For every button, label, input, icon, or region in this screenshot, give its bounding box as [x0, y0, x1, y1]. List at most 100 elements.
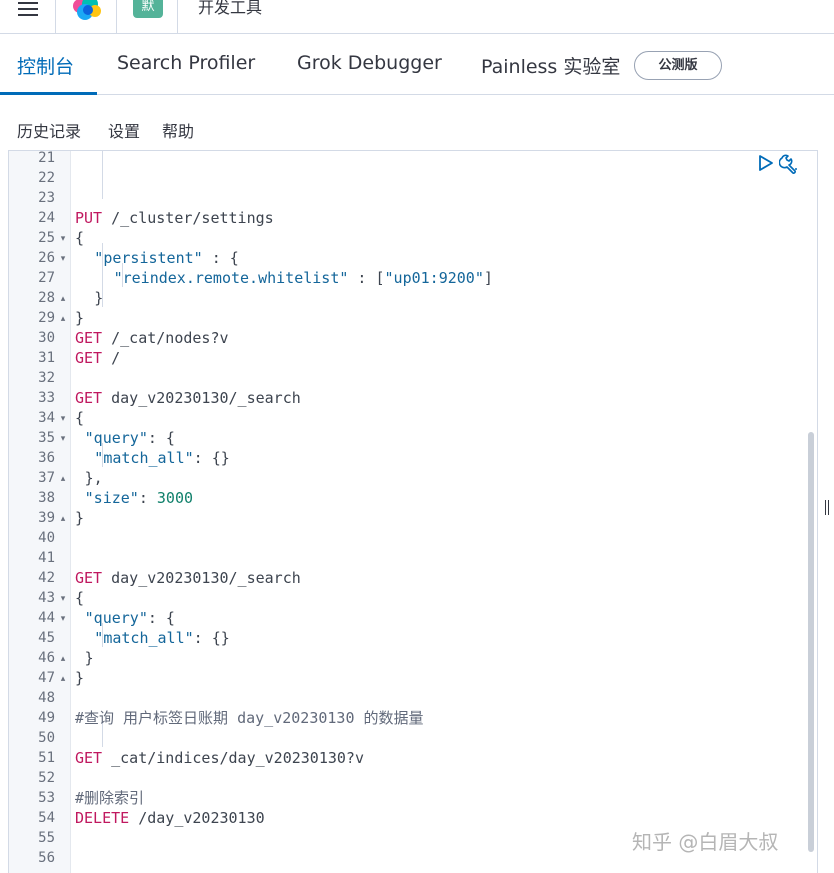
code-line[interactable]: "persistent" : {	[94, 248, 239, 268]
code-line[interactable]: #查询 用户标签日账期 day_v20230130 的数据量	[75, 708, 424, 728]
json-key: "query"	[84, 429, 148, 447]
watermark: 知乎 @白眉大叔	[632, 830, 779, 854]
json-key: "reindex.remote.whitelist"	[113, 269, 349, 287]
line-number: 37	[38, 470, 55, 486]
panel-resize-handle[interactable]	[823, 500, 831, 518]
tab-search-profiler[interactable]: Search Profiler	[117, 52, 255, 74]
json-punctuation: : {	[202, 249, 239, 267]
code-line[interactable]: "match_all": {}	[94, 448, 229, 468]
line-number: 29	[38, 310, 55, 326]
fold-up-icon[interactable]: ▴	[58, 648, 68, 668]
line-number: 47	[38, 670, 55, 686]
code-line[interactable]: {	[75, 588, 84, 608]
menu-icon[interactable]	[0, 0, 56, 34]
code-line[interactable]: GET day_v20230130/_search	[75, 568, 301, 588]
history-link[interactable]: 历史记录	[17, 118, 81, 142]
tab-console[interactable]: 控制台	[17, 52, 74, 79]
line-number: 34	[38, 410, 55, 426]
code-line[interactable]: GET day_v20230130/_search	[75, 388, 301, 408]
request-editor[interactable]: 21 22 23 24 25 ▾ 26 ▾ 27 28 ▴ 29 ▴ 30 31 32 33 34 ▾ 35 ▾ 36 37…	[8, 150, 818, 873]
active-tab-indicator	[0, 92, 97, 95]
help-link[interactable]: 帮助	[162, 118, 194, 142]
fold-down-icon[interactable]: ▾	[58, 228, 68, 248]
http-method: GET	[75, 329, 103, 347]
http-method: GET	[75, 569, 103, 587]
code-line[interactable]: GET /	[75, 348, 120, 368]
code-line[interactable]: }	[85, 648, 94, 668]
space-selector[interactable]: 默	[118, 0, 178, 34]
code-line[interactable]: }	[94, 288, 103, 308]
fold-up-icon[interactable]: ▴	[58, 468, 68, 488]
fold-down-icon[interactable]: ▾	[58, 428, 68, 448]
json-key: "size"	[84, 489, 139, 507]
settings-link[interactable]: 设置	[108, 118, 140, 142]
fold-up-icon[interactable]: ▴	[58, 508, 68, 528]
line-number: 42	[38, 570, 55, 586]
line-number: 35	[38, 430, 55, 446]
line-number: 23	[38, 190, 55, 206]
http-method: GET	[75, 749, 103, 767]
line-number: 49	[38, 710, 55, 726]
code-line[interactable]: PUT /_cluster/settings	[75, 208, 274, 228]
fold-up-icon[interactable]: ▴	[58, 288, 68, 308]
request-path: _cat/indices/day_v20230130?v	[102, 749, 364, 767]
line-number: 22	[38, 170, 55, 186]
line-number: 28	[38, 290, 55, 306]
space-avatar: 默	[133, 0, 163, 18]
code-line[interactable]: {	[75, 228, 84, 248]
line-number: 33	[38, 390, 55, 406]
line-number: 26	[38, 250, 55, 266]
line-number: 27	[38, 270, 55, 286]
code-line[interactable]: "match_all": {}	[94, 628, 229, 648]
request-path: /_cluster/settings	[102, 209, 274, 227]
line-number-gutter: 21 22 23 24 25 ▾ 26 ▾ 27 28 ▴ 29 ▴ 30 31 32 33 34 ▾ 35 ▾ 36 37…	[9, 151, 71, 873]
json-key: "persistent"	[94, 249, 203, 267]
line-number: 39	[38, 510, 55, 526]
code-area[interactable]: PUT /_cluster/settings{"persistent" : {"…	[71, 151, 817, 873]
code-line[interactable]: DELETE /day_v20230130	[75, 808, 265, 828]
code-line[interactable]: "query": {	[85, 608, 175, 628]
home-logo[interactable]	[57, 0, 117, 34]
line-number: 32	[38, 370, 55, 386]
code-line[interactable]: GET _cat/indices/day_v20230130?v	[75, 748, 364, 768]
code-line[interactable]: "reindex.remote.whitelist" : ["up01:9200…	[114, 268, 493, 288]
line-number: 45	[38, 630, 55, 646]
fold-up-icon[interactable]: ▴	[58, 668, 68, 688]
json-punctuation: {	[75, 229, 85, 247]
code-line[interactable]: {	[75, 408, 84, 428]
line-number: 50	[38, 730, 55, 746]
code-line[interactable]: #删除索引	[75, 788, 144, 808]
beta-badge: 公测版	[634, 51, 722, 80]
json-punctuation: ]	[483, 269, 493, 287]
code-line[interactable]: }	[75, 508, 84, 528]
line-number: 52	[38, 770, 55, 786]
fold-down-icon[interactable]: ▾	[58, 248, 68, 268]
request-path: /day_v20230130	[129, 809, 265, 827]
fold-up-icon[interactable]: ▴	[58, 308, 68, 328]
json-punctuation: : [	[348, 269, 385, 287]
tab-grok-debugger[interactable]: Grok Debugger	[297, 52, 442, 74]
code-line[interactable]: "query": {	[85, 428, 175, 448]
line-number: 48	[38, 690, 55, 706]
code-line[interactable]: },	[85, 468, 103, 488]
request-path: /	[102, 349, 121, 367]
fold-down-icon[interactable]: ▾	[58, 588, 68, 608]
elastic-logo-icon	[73, 0, 101, 20]
tab-painless-lab[interactable]: Painless 实验室	[481, 52, 620, 79]
code-line[interactable]: }	[75, 308, 84, 328]
request-path: day_v20230130/_search	[102, 569, 301, 587]
http-method: GET	[75, 349, 103, 367]
fold-down-icon[interactable]: ▾	[58, 608, 68, 628]
app-tabs: 控制台 Search Profiler Grok Debugger Painle…	[0, 34, 834, 95]
editor-scrollbar[interactable]	[808, 432, 814, 852]
fold-down-icon[interactable]: ▾	[58, 408, 68, 428]
code-line[interactable]: "size": 3000	[85, 488, 193, 508]
code-line[interactable]: GET /_cat/nodes?v	[75, 328, 229, 348]
code-line[interactable]: }	[75, 668, 84, 688]
line-number: 40	[38, 530, 55, 546]
wrench-icon[interactable]	[779, 154, 801, 174]
line-number: 31	[38, 350, 55, 366]
breadcrumb: 开发工具	[198, 0, 263, 17]
json-number: 3000	[156, 489, 194, 507]
play-icon[interactable]	[757, 154, 775, 172]
